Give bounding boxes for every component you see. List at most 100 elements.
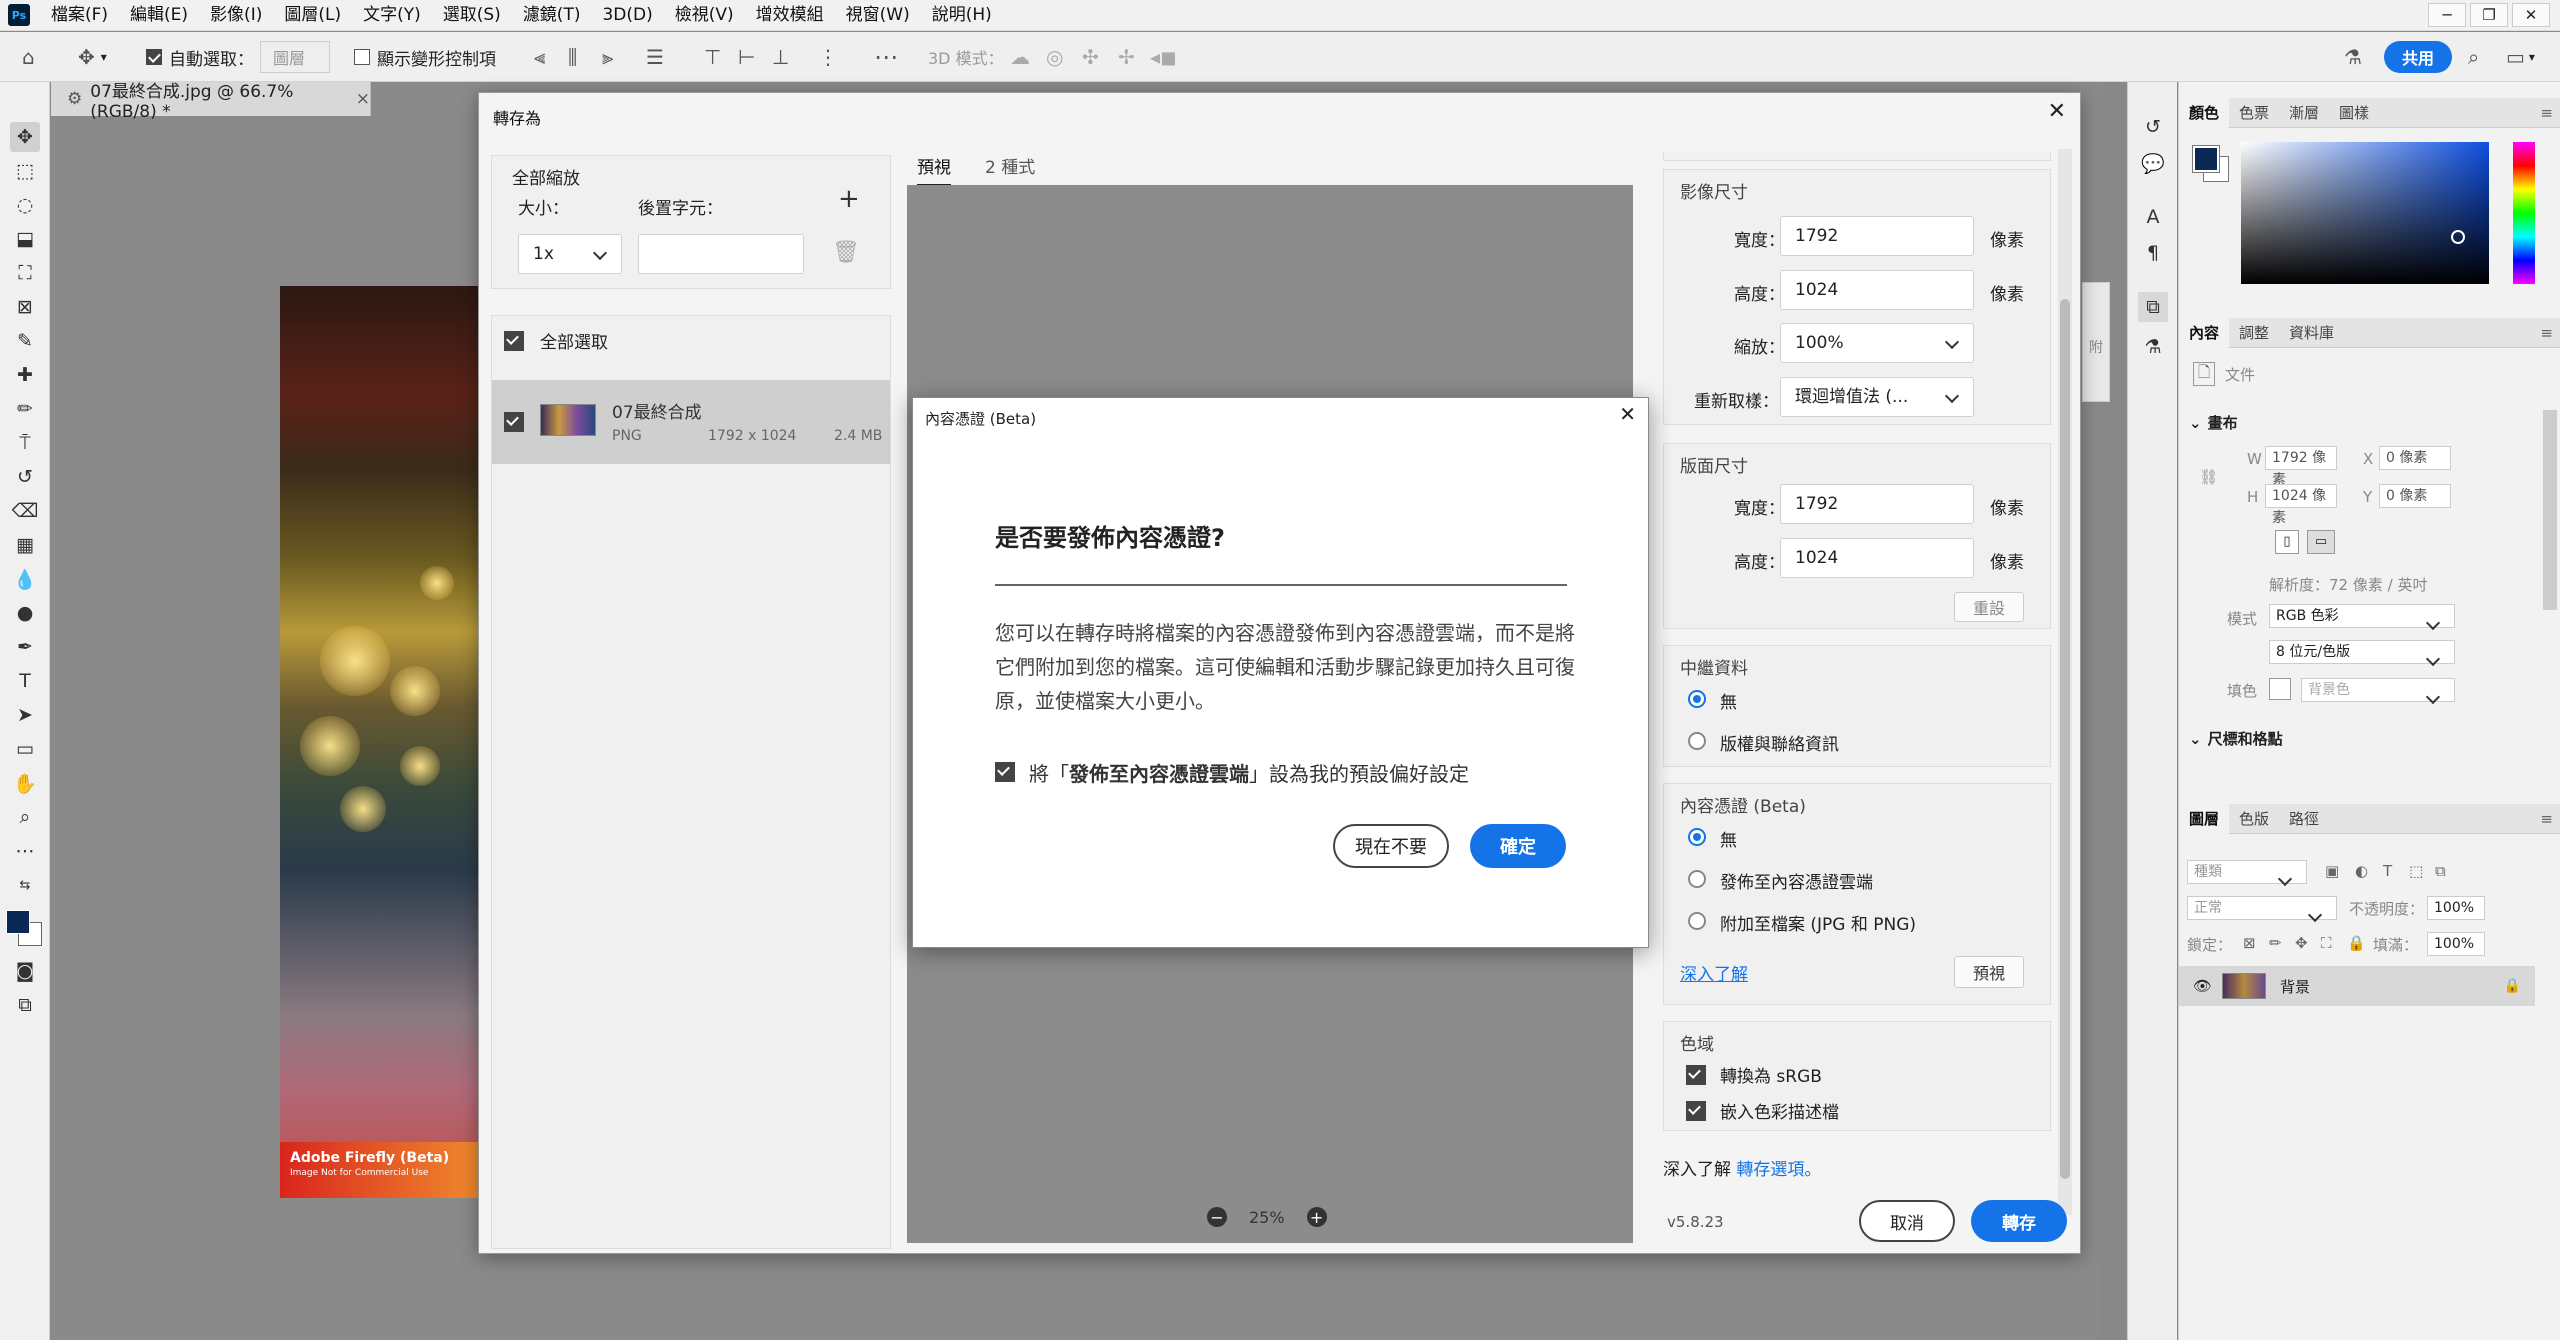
- trash-icon[interactable]: 🗑: [832, 240, 860, 265]
- menu-select[interactable]: 選取(S): [432, 0, 512, 31]
- scale-size-dropdown[interactable]: 1x: [518, 234, 622, 274]
- width-input[interactable]: 1792: [1780, 216, 1974, 256]
- canvas-width-field[interactable]: 1792 像素: [2265, 446, 2337, 488]
- lock-paint-icon[interactable]: ✏: [2269, 934, 2282, 952]
- settings-scrollbar[interactable]: [2058, 149, 2072, 1215]
- canvas-x-field[interactable]: 0 像素: [2379, 446, 2451, 470]
- tab-channels[interactable]: 色版: [2229, 808, 2279, 829]
- blend-mode-dropdown[interactable]: 正常: [2187, 896, 2337, 920]
- align-middle-icon[interactable]: ⊢: [738, 32, 755, 82]
- workspace-icon[interactable]: ▭ ▾: [2506, 32, 2535, 82]
- tab-properties[interactable]: 內容: [2179, 317, 2230, 348]
- lasso-tool-icon[interactable]: ◌: [10, 190, 40, 220]
- lock-position-icon[interactable]: ✥: [2295, 934, 2308, 952]
- type-tool-icon[interactable]: T: [10, 666, 40, 696]
- learn-more-link[interactable]: 深入了解: [1680, 960, 1748, 985]
- height-input[interactable]: 1024: [1780, 270, 1974, 310]
- tab-libraries[interactable]: 資料庫: [2279, 322, 2344, 343]
- ok-button[interactable]: 確定: [1470, 824, 1566, 868]
- share-button[interactable]: 共用: [2384, 32, 2453, 82]
- convert-srgb-checkbox[interactable]: 轉換為 sRGB: [1686, 1062, 1822, 1087]
- path-select-tool-icon[interactable]: ➤: [10, 700, 40, 730]
- close-window-button[interactable]: ✕: [2512, 3, 2550, 27]
- add-scale-icon[interactable]: +: [838, 184, 860, 214]
- filter-smart-icon[interactable]: ⧉: [2435, 862, 2446, 880]
- tab-preview[interactable]: 預視: [917, 153, 951, 187]
- quick-mask-icon[interactable]: ◙: [10, 956, 40, 986]
- tab-paths[interactable]: 路徑: [2279, 808, 2329, 829]
- close-cred-dialog-icon[interactable]: ✕: [1619, 402, 1636, 426]
- tab-adjustments[interactable]: 調整: [2229, 322, 2279, 343]
- tab-layers[interactable]: 圖層: [2179, 803, 2230, 834]
- eraser-tool-icon[interactable]: ⌫: [10, 496, 40, 526]
- healing-tool-icon[interactable]: ✚: [10, 360, 40, 390]
- marquee-tool-icon[interactable]: ⬚: [10, 156, 40, 186]
- screen-mode-icon[interactable]: ⧉: [10, 990, 40, 1020]
- tab-gradients[interactable]: 漸層: [2279, 102, 2329, 123]
- mode-dropdown[interactable]: RGB 色彩: [2269, 604, 2455, 628]
- show-transform-checkbox[interactable]: 顯示變形控制項: [354, 32, 496, 82]
- distribute-icon[interactable]: ☰: [646, 32, 664, 82]
- export-button[interactable]: 轉存: [1971, 1200, 2067, 1242]
- move-tool-icon[interactable]: ✥ ▾: [78, 32, 107, 82]
- canvas-width-input[interactable]: 1792: [1780, 484, 1974, 524]
- canvas-height-input[interactable]: 1024: [1780, 538, 1974, 578]
- reset-button[interactable]: 重設: [1954, 592, 2024, 622]
- menu-edit[interactable]: 編輯(E): [119, 0, 199, 31]
- lock-transparent-icon[interactable]: ⊠: [2243, 934, 2256, 952]
- align-top-icon[interactable]: ⊤: [704, 32, 721, 82]
- lock-all-icon[interactable]: 🔒: [2347, 934, 2366, 952]
- resample-dropdown[interactable]: 環迴增值法 (...: [1780, 377, 1974, 417]
- rulers-section-header[interactable]: ⌄ 尺標和格點: [2189, 728, 2283, 749]
- edit-toolbar-icon[interactable]: ⋯: [10, 836, 40, 866]
- filter-shape-icon[interactable]: ⬚: [2409, 862, 2423, 880]
- zoom-tool-icon[interactable]: ⌕: [10, 802, 40, 832]
- history-brush-tool-icon[interactable]: ↺: [10, 462, 40, 492]
- blur-tool-icon[interactable]: 💧: [10, 564, 40, 594]
- hand-tool-icon[interactable]: ✋: [10, 768, 40, 798]
- move-tool-icon[interactable]: ✥: [10, 122, 40, 152]
- search-icon[interactable]: ⌕: [2468, 32, 2479, 82]
- minimize-button[interactable]: ─: [2428, 3, 2466, 27]
- panel-menu-icon[interactable]: ≡: [2540, 810, 2553, 828]
- beaker-panel-icon[interactable]: ⚗: [2138, 332, 2168, 362]
- menu-3d[interactable]: 3D(D): [591, 0, 663, 31]
- canvas-section-header[interactable]: ⌄ 畫布: [2189, 412, 2238, 433]
- file-row[interactable]: 07最終合成 PNG 1792 x 1024 2.4 MB: [492, 380, 890, 464]
- foreground-color-swatch[interactable]: [6, 910, 30, 934]
- gradient-tool-icon[interactable]: ▦: [10, 530, 40, 560]
- embed-profile-checkbox[interactable]: 嵌入色彩描述檔: [1686, 1098, 1839, 1123]
- menu-plugins[interactable]: 增效模組: [745, 0, 835, 31]
- object-select-tool-icon[interactable]: ⬓: [10, 224, 40, 254]
- auto-select-dropdown[interactable]: 圖層: [260, 32, 331, 82]
- history-panel-icon[interactable]: ↺: [2138, 112, 2168, 142]
- align-bottom-icon[interactable]: ⊥: [772, 32, 789, 82]
- menu-image[interactable]: 影像(I): [199, 0, 273, 31]
- hue-slider[interactable]: [2513, 142, 2535, 284]
- menu-help[interactable]: 說明(H): [921, 0, 1003, 31]
- swap-colors-icon[interactable]: ⇆: [10, 870, 40, 900]
- landscape-icon[interactable]: ▭: [2307, 530, 2335, 554]
- layer-kind-filter[interactable]: 種類: [2187, 860, 2307, 884]
- cred-attach-radio[interactable]: [1688, 912, 1706, 930]
- dodge-tool-icon[interactable]: ●: [10, 598, 40, 628]
- home-icon[interactable]: ⌂: [22, 32, 35, 82]
- menu-file[interactable]: 檔案(F): [40, 0, 119, 31]
- beaker-icon[interactable]: ⚗: [2344, 32, 2362, 82]
- eye-icon[interactable]: 👁: [2193, 977, 2212, 995]
- suffix-input[interactable]: [638, 234, 804, 274]
- close-tab-icon[interactable]: ×: [356, 89, 370, 109]
- lock-artboard-icon[interactable]: ⛶: [2321, 934, 2332, 952]
- restore-button[interactable]: ❐: [2470, 3, 2508, 27]
- align-left-icon[interactable]: ⫷: [534, 32, 545, 82]
- more-options-icon[interactable]: ⋯: [874, 32, 898, 82]
- tab-swatches[interactable]: 色票: [2229, 102, 2279, 123]
- tab-sizes[interactable]: 2 種式: [985, 153, 1035, 178]
- auto-select-checkbox[interactable]: 自動選取：: [146, 32, 254, 82]
- tab-color[interactable]: 顏色: [2179, 97, 2230, 128]
- filter-adjust-icon[interactable]: ◐: [2355, 862, 2368, 880]
- cred-none-radio[interactable]: [1688, 828, 1706, 846]
- color-picker-field[interactable]: [2241, 142, 2489, 284]
- character-panel-icon[interactable]: A: [2138, 202, 2168, 232]
- metadata-copyright-radio[interactable]: [1688, 732, 1706, 750]
